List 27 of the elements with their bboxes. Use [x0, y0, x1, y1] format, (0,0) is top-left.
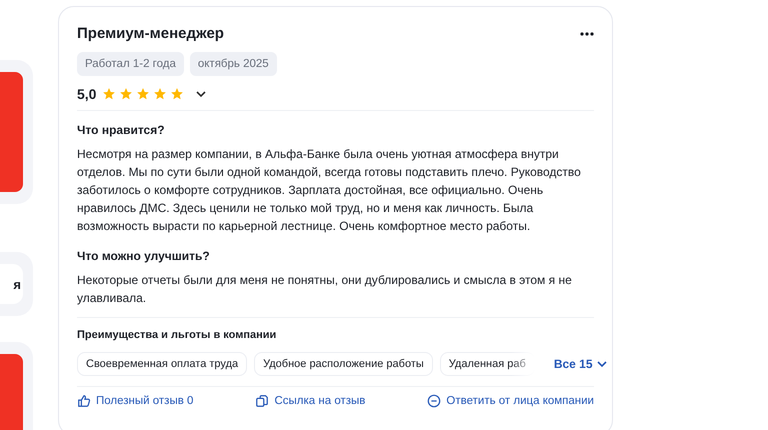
review-tag: Работал 1-2 года [77, 52, 184, 76]
star-icon [136, 87, 150, 101]
section-heading: Что можно улучшить? [77, 249, 211, 263]
review-tag: октябрь 2025 [190, 52, 277, 76]
chevron-down-icon [596, 360, 607, 368]
copy-icon [255, 394, 270, 408]
benefits-heading: Преимущества и льготы в компании [77, 329, 278, 341]
rating-score: 5,0 [77, 86, 96, 102]
thumbs-up-icon [77, 394, 91, 408]
action-link[interactable]: Ссылка на отзыв [255, 394, 366, 408]
more-options-icon[interactable] [580, 32, 594, 36]
benefit-chip: Своевременная оплата труда [77, 352, 248, 376]
star-icon [153, 87, 168, 101]
minus-circle-icon [427, 394, 442, 408]
review-title: Премиум-менеджер [77, 25, 224, 42]
action-link[interactable]: Полезный отзыв 0 [77, 394, 194, 408]
action-link[interactable]: Ответить от лица компании [427, 394, 594, 408]
review-text: Некоторые отчеты были для меня не понятны, они дублировались и смысла в этом я не улавливала. [77, 272, 573, 307]
benefit-chip: Удобное расположение работы [254, 352, 433, 376]
review-text: Несмотря на размер компании, в Альфа-Банке была очень уютная атмосфера внутри отделов. Мы по сути были одной командой, всегда готовы подставить плечо. Руководство заботилось о комфорте сотрудников. Зарплата достойная, все официально. Очень нравилось ДМС. Здесь ценили не только мой труд, но и меня как личность. Была возможность вырасти по карьерной лестнице. Очень комфортное место работы. [77, 146, 582, 235]
star-icon [102, 87, 116, 101]
show-all-link[interactable]: Все 15 [554, 357, 607, 371]
star-icon [119, 87, 134, 101]
section-heading: Что нравится? [77, 123, 166, 137]
star-icon [170, 87, 184, 101]
chevron-down-icon [196, 90, 206, 98]
sidebar-card-text: я [0, 264, 23, 304]
